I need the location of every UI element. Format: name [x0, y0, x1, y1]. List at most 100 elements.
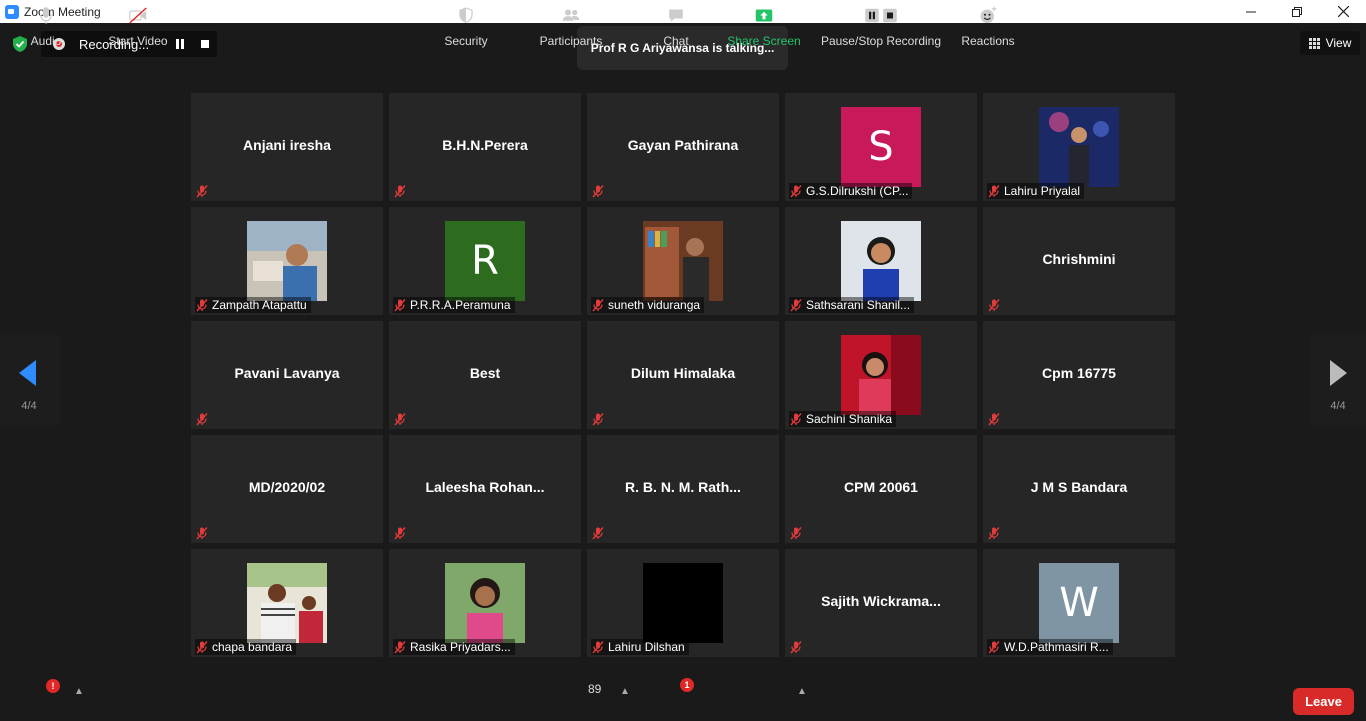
page-indicator-left: 4/4	[21, 400, 37, 412]
participant-tile[interactable]: Gayan Pathirana	[587, 93, 779, 201]
participant-photo	[247, 563, 327, 643]
participant-tile[interactable]: Cpm 16775	[983, 321, 1175, 429]
participant-tile[interactable]: Best	[389, 321, 581, 429]
audio-button[interactable]: Audio	[28, 0, 64, 48]
close-button[interactable]	[1320, 0, 1366, 23]
muted-mic-icon	[988, 413, 1000, 426]
participant-name: J M S Bandara	[1030, 479, 1128, 495]
muted-mic-icon	[592, 641, 604, 654]
security-shield-icon	[459, 7, 473, 23]
avatar-letter: W	[1039, 563, 1119, 643]
restore-button[interactable]	[1274, 0, 1320, 23]
participant-tile[interactable]: Chrishmini	[983, 207, 1175, 315]
minimize-button[interactable]	[1228, 0, 1274, 23]
participant-name: Sathsarani Shanil...	[806, 298, 911, 312]
participant-photo	[247, 221, 327, 301]
participant-photo	[643, 563, 723, 643]
gallery-grid-icon	[1308, 37, 1320, 49]
participant-tile[interactable]: Rasika Priyadars...	[389, 549, 581, 657]
muted-mic-icon	[988, 641, 1000, 654]
muted-mic-icon	[988, 299, 1000, 312]
restore-icon	[1292, 6, 1302, 17]
participant-tile[interactable]: suneth viduranga	[587, 207, 779, 315]
arrow-left-icon	[19, 360, 36, 386]
participants-button[interactable]: Participants	[536, 0, 606, 48]
participants-options-caret-icon[interactable]: ▲	[620, 686, 630, 697]
minimize-icon	[1246, 11, 1256, 12]
participants-label: Participants	[539, 34, 603, 48]
muted-mic-icon	[394, 299, 406, 312]
participant-tile[interactable]: B.H.N.Perera	[389, 93, 581, 201]
avatar-letter: S	[841, 107, 921, 187]
pause-stop-recording-button[interactable]: Pause/Stop Recording	[820, 0, 942, 48]
participant-name: chapa bandara	[212, 640, 293, 654]
participant-tile[interactable]: Dilum Himalaka	[587, 321, 779, 429]
start-video-button[interactable]: Start Video	[104, 0, 172, 48]
page-indicator-right: 4/4	[1330, 400, 1346, 412]
avatar-letter: R	[445, 221, 525, 301]
share-options-caret-icon[interactable]: ▲	[797, 686, 807, 697]
leave-button[interactable]: Leave	[1293, 688, 1354, 715]
muted-mic-icon	[196, 641, 208, 654]
participant-tile[interactable]: Lahiru Priyalal	[983, 93, 1175, 201]
participant-name: B.H.N.Perera	[442, 137, 528, 153]
participant-name: R. B. N. M. Rath...	[625, 479, 741, 495]
muted-mic-icon	[394, 185, 406, 198]
participant-tile[interactable]: Anjani iresha	[191, 93, 383, 201]
participant-name: Lahiru Priyalal	[1004, 184, 1081, 198]
participant-tile[interactable]: chapa bandara	[191, 549, 383, 657]
participant-photo	[445, 563, 525, 643]
participant-tile[interactable]: Laleesha Rohan...	[389, 435, 581, 543]
participant-tile[interactable]: R P.R.R.A.Peramuna	[389, 207, 581, 315]
close-icon	[1337, 6, 1349, 17]
muted-mic-icon	[790, 299, 802, 312]
muted-mic-icon	[196, 299, 208, 312]
participant-name: Chrishmini	[1042, 251, 1116, 267]
view-label: View	[1325, 36, 1352, 50]
participant-name: Dilum Himalaka	[630, 365, 736, 381]
participant-tile[interactable]: S G.S.Dilrukshi (CP...	[785, 93, 977, 201]
participant-tile[interactable]: R. B. N. M. Rath...	[587, 435, 779, 543]
participant-tile[interactable]: CPM 20061	[785, 435, 977, 543]
previous-page-button[interactable]: 4/4	[0, 335, 60, 425]
next-page-button[interactable]: 4/4	[1310, 335, 1366, 425]
muted-mic-icon	[988, 527, 1000, 540]
participants-icon	[562, 9, 580, 21]
chat-bubble-icon	[669, 9, 683, 22]
chat-button[interactable]: Chat	[660, 0, 692, 48]
muted-mic-icon	[394, 641, 406, 654]
participant-name: P.R.R.A.Peramuna	[410, 298, 511, 312]
pause-stop-icon	[865, 8, 897, 23]
participant-tile[interactable]: W W.D.Pathmasiri R...	[983, 549, 1175, 657]
participant-tile[interactable]: Zampath Atapattu	[191, 207, 383, 315]
participant-photo	[841, 221, 921, 301]
pause-recording-button[interactable]	[175, 39, 185, 49]
muted-mic-icon	[592, 413, 604, 426]
audio-label: Audio	[30, 34, 62, 48]
participant-tile[interactable]: MD/2020/02	[191, 435, 383, 543]
arrow-right-icon	[1330, 360, 1347, 386]
start-video-label: Start Video	[108, 34, 168, 48]
participant-tile[interactable]: Sachini Shanika	[785, 321, 977, 429]
participant-tile[interactable]: J M S Bandara	[983, 435, 1175, 543]
muted-mic-icon	[592, 299, 604, 312]
stop-recording-button[interactable]	[201, 40, 209, 48]
participant-tile[interactable]: Sathsarani Shanil...	[785, 207, 977, 315]
muted-mic-icon	[790, 185, 802, 198]
participant-tile[interactable]: Pavani Lavanya	[191, 321, 383, 429]
muted-mic-icon	[790, 413, 802, 426]
view-button[interactable]: View	[1300, 31, 1360, 55]
zoom-app-icon	[5, 4, 19, 19]
security-label: Security	[444, 34, 488, 48]
muted-mic-icon	[988, 185, 1000, 198]
share-screen-button[interactable]: Share Screen	[727, 0, 801, 48]
participant-tile[interactable]: Lahiru Dilshan	[587, 549, 779, 657]
share-screen-label: Share Screen	[727, 34, 801, 48]
muted-mic-icon	[196, 185, 208, 198]
participant-tile[interactable]: Sajith Wickrama...	[785, 549, 977, 657]
security-button[interactable]: Security	[440, 0, 492, 48]
muted-mic-icon	[790, 641, 802, 654]
audio-options-caret-icon[interactable]: ▲	[74, 686, 84, 697]
reactions-button[interactable]: Reactions	[958, 0, 1018, 48]
encryption-shield-icon[interactable]	[11, 35, 29, 53]
